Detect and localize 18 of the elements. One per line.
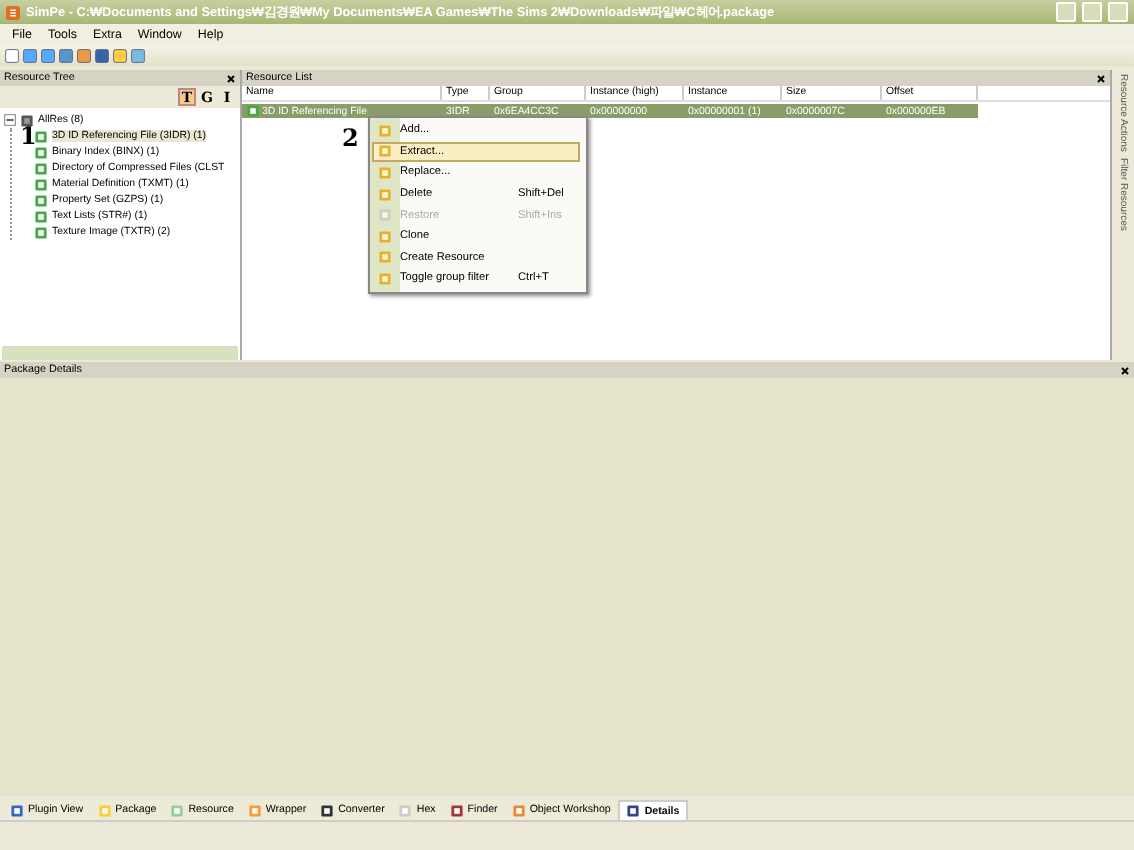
- tab-icon: [320, 803, 335, 817]
- tab-icon: [449, 803, 464, 817]
- tab-icon: [247, 803, 262, 817]
- collapse-icon[interactable]: [4, 114, 16, 126]
- close-icon[interactable]: [1096, 73, 1106, 83]
- tab-icon: [511, 803, 526, 817]
- annotation-number: 1: [20, 126, 37, 146]
- tab-icon: [398, 803, 413, 817]
- app-icon: [6, 5, 20, 19]
- box-icon: [20, 113, 34, 127]
- tab-icon: [10, 803, 24, 817]
- tab-icon: [170, 803, 185, 817]
- close-icon[interactable]: [226, 73, 236, 83]
- scrollbar[interactable]: [2, 346, 238, 360]
- annotation-number: 2: [342, 128, 359, 148]
- tab-icon: [97, 803, 112, 817]
- tab-icon: [626, 804, 641, 818]
- close-icon[interactable]: [1120, 365, 1130, 375]
